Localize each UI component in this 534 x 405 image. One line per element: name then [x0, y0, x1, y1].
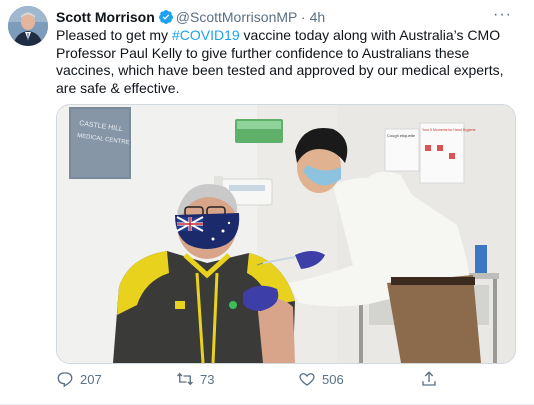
separator-dot: ·: [301, 9, 306, 25]
author-handle[interactable]: @ScottMorrisonMP: [176, 9, 297, 25]
reply-icon[interactable]: [56, 370, 74, 388]
tweet-actions: 207 73 506: [56, 368, 476, 390]
share-icon[interactable]: [420, 370, 438, 388]
wall-sign: CASTLE HILL MEDICAL CENTRE: [69, 107, 131, 179]
tweet-header: Scott Morrison @ScottMorrisonMP · 4h: [56, 8, 325, 29]
tweet-text: Pleased to get my #COVID19 vaccine today…: [56, 27, 518, 97]
avatar[interactable]: [8, 6, 48, 46]
poster-title: Cough etiquette: [387, 133, 416, 138]
like-action[interactable]: 506: [298, 368, 344, 390]
reply-count: 207: [80, 371, 102, 387]
heart-icon[interactable]: [298, 370, 316, 388]
verified-badge-icon: [158, 9, 174, 29]
like-count: 506: [322, 371, 344, 387]
retweet-action[interactable]: 73: [176, 368, 214, 390]
share-action[interactable]: [420, 368, 438, 390]
poster2-title: Your 5 Moments for Hand Hygiene: [422, 128, 476, 132]
retweet-count: 73: [200, 371, 215, 387]
tweet-photo[interactable]: CASTLE HILL MEDICAL CENTRE Cough etiquet…: [56, 104, 516, 364]
reply-action[interactable]: 207: [56, 368, 102, 390]
hashtag-link[interactable]: #COVID19: [172, 27, 240, 43]
vaccination-photo: CASTLE HILL MEDICAL CENTRE Cough etiquet…: [57, 105, 515, 363]
author-name[interactable]: Scott Morrison: [56, 9, 155, 25]
tweet-timestamp[interactable]: 4h: [310, 9, 326, 25]
tweet[interactable]: Scott Morrison @ScottMorrisonMP · 4h ··· …: [0, 0, 534, 405]
retweet-icon[interactable]: [176, 370, 194, 388]
tweet-text-start: Pleased to get my: [56, 27, 172, 43]
more-options-icon[interactable]: ···: [493, 6, 512, 24]
